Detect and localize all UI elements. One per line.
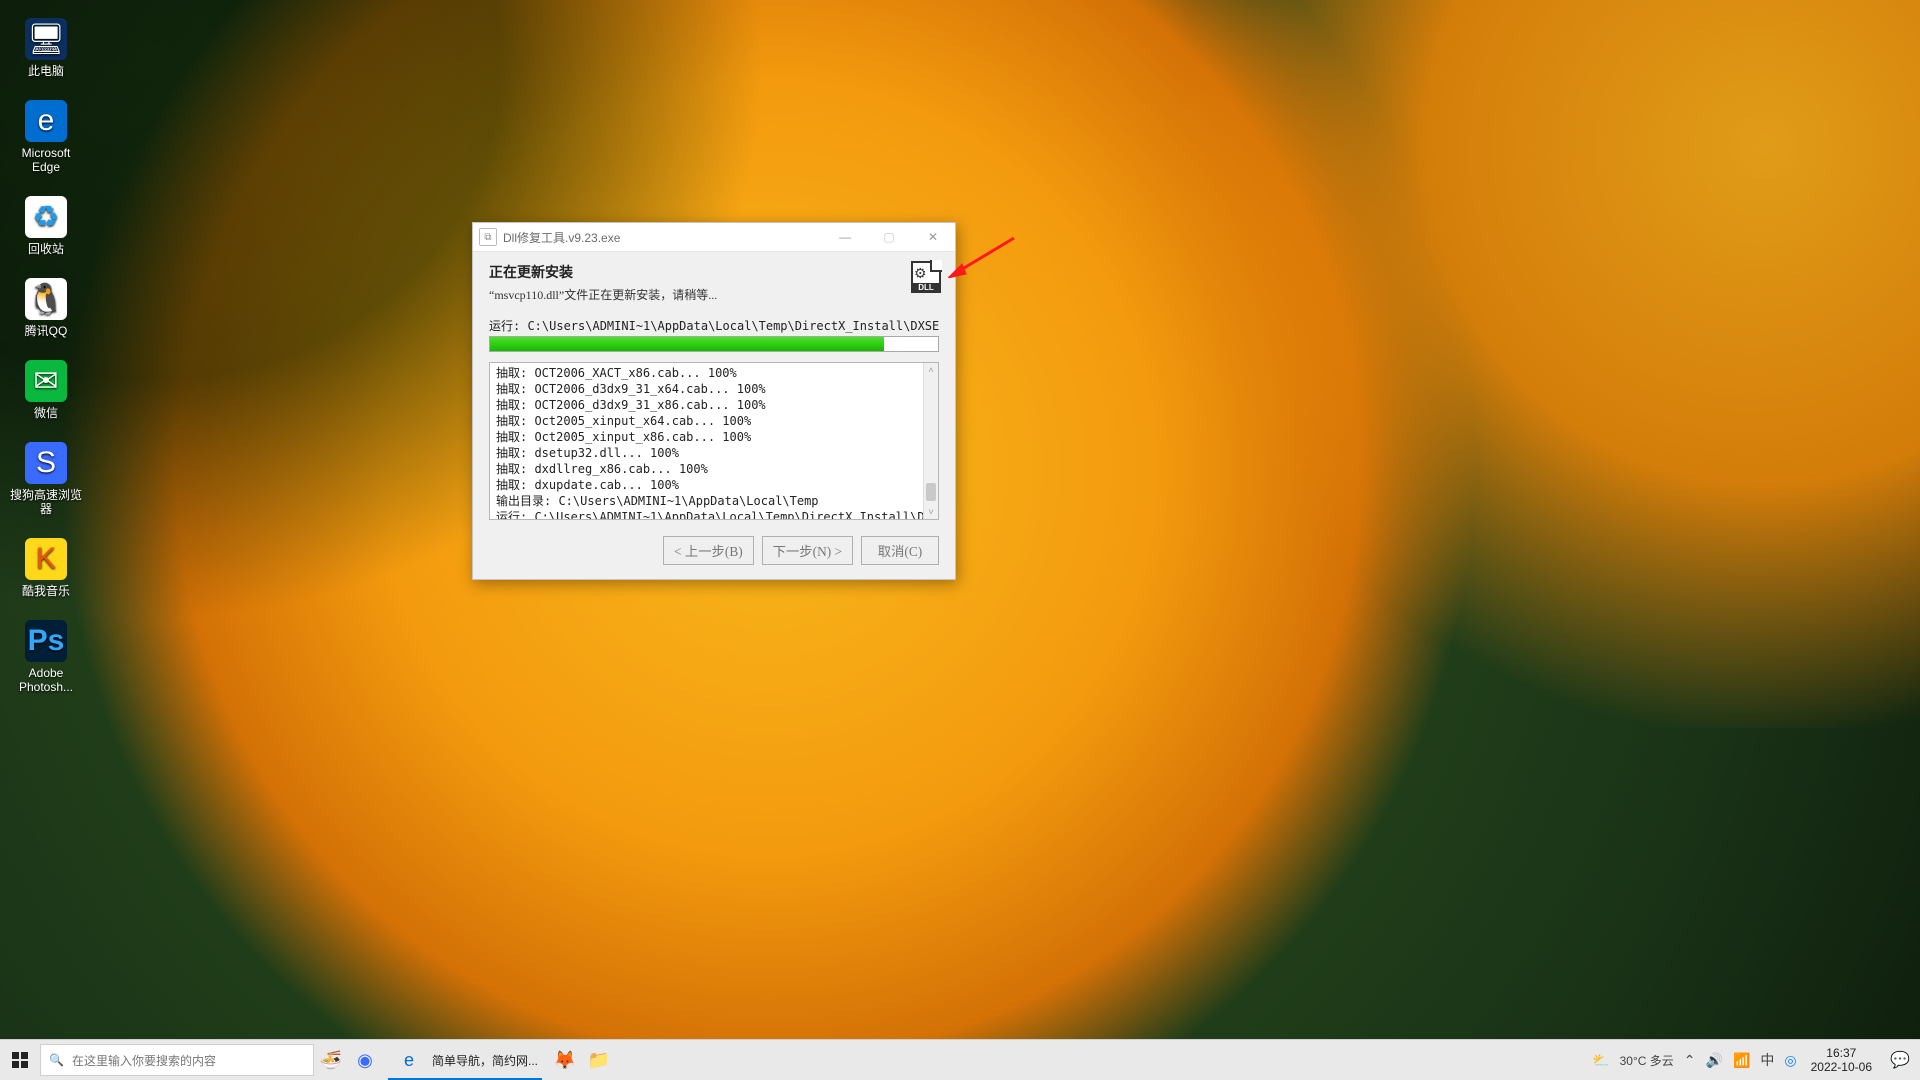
- window-title: Dll修复工具.v9.23.exe: [503, 229, 620, 246]
- taskbar-tab-title: 简单导航，简约网...: [432, 1052, 538, 1069]
- desktop-icon-wx[interactable]: ✉ 微信: [8, 360, 84, 420]
- scroll-thumb[interactable]: [926, 483, 936, 501]
- start-button[interactable]: [0, 1040, 40, 1080]
- search-input[interactable]: 🔍 在这里输入你要搜索的内容: [40, 1044, 314, 1076]
- desktop-icon-label: 搜狗高速浏览器: [8, 488, 84, 516]
- taskbar-sogou-icon[interactable]: ◉: [348, 1040, 382, 1080]
- tray-chevron-icon[interactable]: ⌃: [1684, 1052, 1696, 1069]
- action-center-icon[interactable]: 💬: [1880, 1040, 1920, 1080]
- install-heading: 正在更新安装: [489, 262, 939, 282]
- window-icon: ⧉: [479, 228, 497, 246]
- desktop-icon-sogou[interactable]: S 搜狗高速浏览器: [8, 442, 84, 516]
- desktop-icons: 🖥 此电脑 e Microsoft Edge ♻ 回收站 🐧 腾讯QQ ✉ 微信 S 搜狗高速浏览器 K…: [8, 18, 84, 694]
- desktop-icon-bin[interactable]: ♻ 回收站: [8, 196, 84, 256]
- ps-icon: Ps: [25, 620, 67, 662]
- clock-date: 2022-10-06: [1811, 1060, 1872, 1074]
- pc-icon: 🖥: [25, 18, 67, 60]
- kw-icon: K: [25, 538, 67, 580]
- weather-icon[interactable]: ⛅: [1592, 1052, 1609, 1069]
- desktop-icon-pc[interactable]: 🖥 此电脑: [8, 18, 84, 78]
- next-button[interactable]: 下一步(N) >: [762, 536, 853, 565]
- system-tray[interactable]: ⛅ 30°C 多云 ⌃ 🔊 📶 中 ◎: [1586, 1050, 1802, 1070]
- scroll-up-icon[interactable]: ˄: [924, 363, 938, 377]
- taskbar-firefox-icon[interactable]: 🦊: [548, 1040, 582, 1080]
- maximize-button[interactable]: ▢: [867, 223, 911, 251]
- log-box[interactable]: 抽取: OCT2006_XACT_x86.cab... 100%抽取: OCT2…: [489, 362, 939, 520]
- desktop-icon-label: 回收站: [28, 242, 64, 256]
- taskbar[interactable]: 🔍 在这里输入你要搜索的内容 🍜 ◉ e 简单导航，简约网... 🦊 📁 ⛅ 3…: [0, 1039, 1920, 1080]
- minimize-button[interactable]: —: [823, 223, 867, 251]
- log-lines: 抽取: OCT2006_XACT_x86.cab... 100%抽取: OCT2…: [496, 365, 924, 520]
- progress-bar: [489, 336, 939, 352]
- wifi-icon[interactable]: 📶: [1733, 1052, 1750, 1069]
- weather-text[interactable]: 30°C 多云: [1620, 1052, 1674, 1069]
- running-command: 运行: C:\Users\ADMINI~1\AppData\Local\Temp…: [489, 317, 939, 334]
- taskbar-edge-active[interactable]: e 简单导航，简约网...: [382, 1040, 548, 1080]
- scroll-down-icon[interactable]: ˅: [924, 505, 938, 519]
- back-button[interactable]: < 上一步(B): [663, 536, 754, 565]
- dll-icon: ⚙ DLL: [911, 261, 941, 293]
- ime-icon[interactable]: 中: [1760, 1050, 1774, 1070]
- search-icon: 🔍: [49, 1053, 64, 1067]
- taskbar-explorer-icon[interactable]: 📁: [582, 1040, 616, 1080]
- desktop-icon-label: 此电脑: [28, 64, 64, 78]
- log-scrollbar[interactable]: ˄ ˅: [923, 363, 938, 519]
- desktop-icon-label: 腾讯QQ: [25, 324, 68, 338]
- annotation-arrow: [948, 234, 1018, 278]
- clock-time: 16:37: [1826, 1046, 1856, 1060]
- titlebar[interactable]: ⧉ Dll修复工具.v9.23.exe — ▢ ✕: [473, 223, 955, 252]
- search-placeholder: 在这里输入你要搜索的内容: [72, 1052, 216, 1069]
- volume-icon[interactable]: 🔊: [1706, 1052, 1723, 1069]
- close-button[interactable]: ✕: [911, 223, 955, 251]
- desktop-icon-ps[interactable]: Ps Adobe Photosh...: [8, 620, 84, 694]
- bin-icon: ♻: [25, 196, 67, 238]
- desktop-icon-kw[interactable]: K 酷我音乐: [8, 538, 84, 598]
- edge-icon: e: [392, 1040, 426, 1080]
- edge-icon: e: [25, 100, 67, 142]
- task-view-icon[interactable]: 🍜: [314, 1040, 348, 1080]
- sogou-icon: S: [25, 442, 67, 484]
- wx-icon: ✉: [25, 360, 67, 402]
- cancel-button[interactable]: 取消(C): [861, 536, 939, 565]
- desktop-icon-qq[interactable]: 🐧 腾讯QQ: [8, 278, 84, 338]
- desktop-icon-label: 酷我音乐: [22, 584, 70, 598]
- qq-icon: 🐧: [25, 278, 67, 320]
- installer-window: ⧉ Dll修复工具.v9.23.exe — ▢ ✕ ⚙ DLL 正在更新安装 “…: [472, 222, 956, 580]
- desktop[interactable]: 🖥 此电脑 e Microsoft Edge ♻ 回收站 🐧 腾讯QQ ✉ 微信 S 搜狗高速浏览器 K…: [0, 0, 1920, 1040]
- desktop-icon-label: 微信: [34, 406, 58, 420]
- desktop-icon-label: Microsoft Edge: [8, 146, 84, 174]
- security-icon[interactable]: ◎: [1784, 1052, 1796, 1069]
- taskbar-clock[interactable]: 16:37 2022-10-06: [1803, 1046, 1880, 1074]
- install-subtitle: “msvcp110.dll”文件正在更新安装，请稍等...: [489, 286, 939, 303]
- desktop-icon-label: Adobe Photosh...: [8, 666, 84, 694]
- desktop-icon-edge[interactable]: e Microsoft Edge: [8, 100, 84, 174]
